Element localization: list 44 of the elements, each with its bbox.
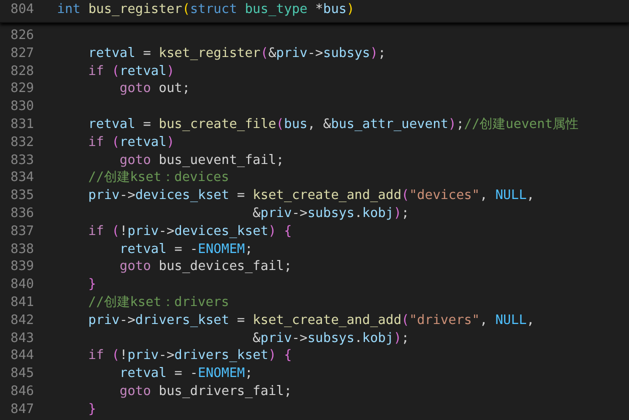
line-number: 845 — [10, 365, 34, 383]
code-line: goto out; — [118, 80, 190, 98]
code-line: goto bus_drivers_fail; — [118, 382, 292, 401]
code-line: goto bus_devices_fail; — [118, 258, 292, 276]
code-line: //创建kset：drivers — [87, 294, 230, 312]
code-line: priv->drivers_kset = kset_create_and_add("drivers", NULL, — [87, 312, 534, 330]
line-number: 804 — [10, 1, 34, 19]
line-number: 843 — [10, 330, 34, 348]
code-line: retval = -ENOMEM; — [118, 240, 253, 258]
code-line: priv->devices_kset = kset_create_and_add("devices", NULL, — [87, 187, 534, 205]
line-number: 844 — [10, 347, 34, 366]
code-line: &priv->subsys.kobj); — [252, 204, 410, 223]
code-line: retval = -ENOMEM; — [118, 365, 253, 383]
line-number: 834 — [10, 169, 34, 188]
code-line: //创建kset：devices — [87, 169, 230, 188]
code-line: if (retval) — [87, 134, 174, 152]
line-number: 827 — [10, 44, 34, 63]
line-number: 829 — [10, 80, 34, 98]
line-number: 841 — [10, 294, 34, 312]
line-number: 837 — [10, 222, 34, 241]
code-line: if (!priv->devices_kset) { — [87, 222, 292, 241]
line-number: 831 — [10, 116, 34, 134]
code-line: } — [87, 276, 96, 294]
line-number: 832 — [10, 134, 34, 152]
line-number: 842 — [10, 312, 34, 330]
line-number: 840 — [10, 276, 34, 294]
code-line: if (retval) — [87, 62, 174, 80]
line-number: 835 — [10, 187, 34, 205]
code-line: int bus_register(struct bus_type *bus) — [57, 1, 354, 19]
line-number: 846 — [10, 382, 34, 401]
line-number: 836 — [10, 204, 34, 223]
line-number: 847 — [10, 400, 34, 419]
code-line: if (!priv->drivers_kset) { — [87, 347, 292, 366]
line-number: 833 — [10, 152, 34, 170]
line-number: 839 — [10, 258, 34, 276]
line-number: 830 — [10, 98, 34, 116]
line-number: 828 — [10, 62, 34, 80]
code-line: goto bus_uevent_fail; — [118, 152, 284, 170]
code-line: retval = kset_register(&priv->subsys); — [87, 44, 386, 63]
code-line: &priv->subsys.kobj); — [252, 330, 410, 348]
line-number: 838 — [10, 240, 34, 258]
code-line: } — [87, 400, 96, 419]
code-line: retval = bus_create_file(bus, &bus_attr_uevent);//创建uevent属性 — [87, 116, 579, 134]
line-number: 826 — [10, 27, 34, 45]
